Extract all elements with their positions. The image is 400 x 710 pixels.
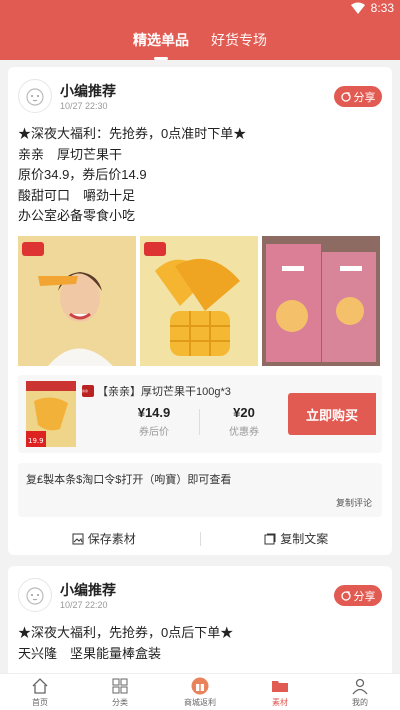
post-card: 小编推荐 10/27 22:20 分享 ★深夜大福利，先抢券，0点后下单★ 天兴… [8,566,392,676]
tab-special[interactable]: 好货专场 [211,30,267,58]
final-price: ¥14.9 [137,405,171,420]
tab-featured[interactable]: 精选单品 [133,30,189,58]
comment-text: 复₤製本条$淘口令$打开（呴寶）即可查看 [26,474,232,486]
share-icon [340,590,351,601]
share-label: 分享 [353,91,376,104]
avatar [18,79,52,113]
gift-icon [191,677,209,694]
nav-profile[interactable]: 我的 [320,674,400,710]
post-line: 酸甜可口 嚼劲十足 [18,187,136,203]
share-icon [340,91,351,102]
girl-mango-illustration [18,236,136,366]
product-photo-girl[interactable] [18,236,136,366]
nav-material-label: 素材 [272,697,288,707]
copy-text-label: 复制文案 [280,532,329,546]
product-info-panel[interactable]: 19.9 亲亲 【亲亲】厚切芒果干100g*3 ¥14.9 券后价 ¥20 优惠… [18,375,382,453]
nav-category-label: 分类 [112,697,128,707]
bottom-nav: 首页 分类 商城返利 素材 我的 [0,673,400,710]
post-text: ★深夜大福利，先抢券，0点后下单★ 天兴隆 坚果能量棒盒装 [18,623,233,664]
post-images [18,236,380,366]
post-line: 亲亲 厚切芒果干 [18,146,123,162]
mascot-icon [26,88,44,106]
coupon-label: 优惠券 [229,427,259,438]
top-nav: 精选单品 好货专场 [0,18,400,60]
nav-mall-rebate[interactable]: 商城返利 [160,674,240,710]
mascot-icon [26,587,44,605]
product-title-row: 亲亲 【亲亲】厚切芒果干100g*3 [82,383,231,399]
post-line: ★深夜大福利：先抢券，0点准时下单★ [18,126,247,141]
thumb-price: 19.9 [28,437,44,445]
post-text: ★深夜大福利：先抢券，0点准时下单★ 亲亲 厚切芒果干 原价34.9，券后价14… [18,124,246,227]
post-line: 原价34.9，券后价14.9 [18,167,147,182]
status-bar: 8:33 [0,0,400,18]
status-icons: 8:33 [350,1,394,15]
status-time: 8:33 [370,1,394,15]
post-line: 天兴隆 坚果能量棒盒装 [18,645,162,661]
product-photo-package[interactable] [262,236,380,366]
post-line: 办公室必备零食小吃 [18,208,136,223]
divider [199,409,200,435]
nav-category[interactable]: 分类 [80,674,160,710]
avatar [18,578,52,612]
product-thumb-graphic: 19.9 [26,381,76,447]
copy-text-button[interactable]: 复制文案 [201,522,393,555]
store-badge-text: 亲亲 [82,389,89,393]
coupon-block: ¥20 优惠券 [204,405,284,438]
post-card: 小编推荐 10/27 22:30 分享 ★深夜大福利：先抢券，0点准时下单★ 亲… [8,67,392,555]
store-badge-icon: 亲亲 [82,385,94,397]
save-material-button[interactable]: 保存素材 [8,522,200,555]
post-author: 小编推荐 [60,83,116,99]
mango-slices-illustration [140,236,258,366]
final-price-block: ¥14.9 券后价 [114,405,194,438]
product-photo-mango[interactable] [140,236,258,366]
package-illustration [262,236,380,366]
coupon-value: ¥20 [233,405,255,420]
post-actions: 保存素材 复制文案 [8,522,392,555]
share-label: 分享 [353,590,376,603]
post-line: ★深夜大福利，先抢券，0点后下单★ [18,625,234,640]
wifi-icon [350,2,365,14]
comment-box: 复₤製本条$淘口令$打开（呴寶）即可查看 复制评论 [18,463,382,517]
image-icon [72,533,84,544]
post-time: 10/27 22:30 [60,101,108,111]
copy-comment-button[interactable]: 复制评论 [336,496,372,509]
nav-home-label: 首页 [32,697,48,707]
product-title: 【亲亲】厚切芒果干100g*3 [97,386,231,398]
grid-icon [112,678,128,693]
tab-bar: 精选单品 好货专场 [0,30,400,58]
post-author: 小编推荐 [60,582,116,598]
buy-now-button[interactable]: 立即购买 [288,393,376,435]
final-price-label: 券后价 [139,427,169,438]
nav-material[interactable]: 素材 [240,674,320,710]
copy-icon [264,533,276,544]
folder-icon [272,680,288,692]
nav-home[interactable]: 首页 [0,674,80,710]
post-time: 10/27 22:20 [60,600,108,610]
share-button[interactable]: 分享 [334,585,382,606]
product-thumbnail[interactable]: 19.9 [26,381,76,447]
user-icon [352,678,368,694]
home-icon [32,677,48,694]
nav-mall-rebate-label: 商城返利 [184,697,216,707]
nav-profile-label: 我的 [352,697,368,707]
share-button[interactable]: 分享 [334,86,382,107]
save-material-label: 保存素材 [87,532,136,546]
